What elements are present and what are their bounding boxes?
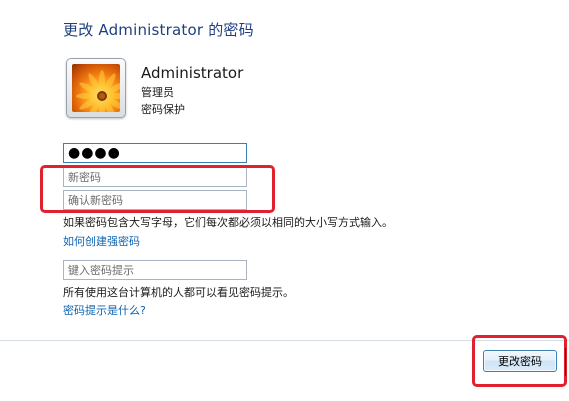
- current-password-field[interactable]: [63, 143, 247, 163]
- orange-flower-icon: [72, 64, 120, 112]
- password-hint-help-link[interactable]: 密码提示是什么?: [63, 302, 146, 318]
- new-password-field[interactable]: [63, 167, 247, 187]
- change-password-page: 更改 Administrator 的密码 Administrator 管理员 密…: [0, 0, 569, 401]
- page-title: 更改 Administrator 的密码: [63, 21, 254, 39]
- user-role: 管理员: [141, 86, 174, 99]
- user-password-status: 密码保护: [141, 103, 185, 116]
- confirm-password-field[interactable]: [63, 190, 247, 210]
- footer-divider: [0, 340, 569, 341]
- strong-password-link[interactable]: 如何创建强密码: [63, 233, 140, 249]
- avatar: [66, 58, 126, 118]
- user-name: Administrator: [141, 64, 244, 82]
- case-sensitivity-note: 如果密码包含大写字母，它们每次都必须以相同的大小写方式输入。: [63, 216, 393, 229]
- change-password-button[interactable]: 更改密码: [483, 350, 557, 372]
- hint-visibility-note: 所有使用这台计算机的人都可以看见密码提示。: [63, 286, 294, 299]
- password-hint-field[interactable]: [63, 260, 247, 280]
- window-edge: [565, 348, 566, 376]
